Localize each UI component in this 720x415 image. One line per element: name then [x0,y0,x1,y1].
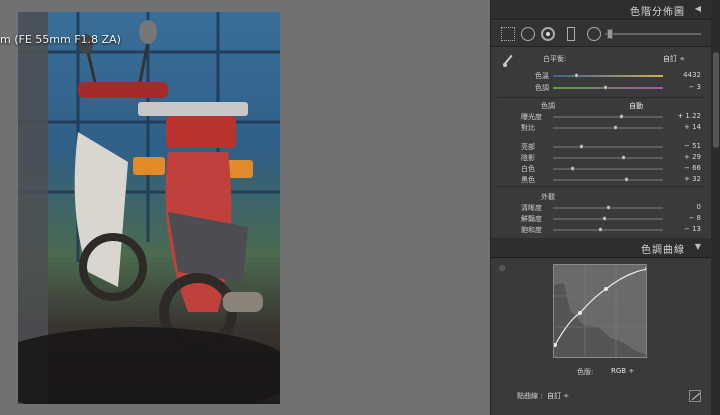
tint-slider-track[interactable] [553,87,663,89]
target-adjust-icon[interactable]: ◎ [499,264,505,272]
panel-scrollbar[interactable] [711,0,720,415]
triangle-left-icon[interactable]: ◀ [695,4,701,13]
slider-label: 黑色 [521,176,535,184]
slider-handle[interactable] [601,216,607,221]
slider-value[interactable]: − 51 [671,142,701,150]
temp-slider-track[interactable] [553,75,663,77]
photo-preview[interactable] [18,12,280,404]
presence-label: 外觀 [541,193,555,201]
radial-filter-icon[interactable] [587,27,601,41]
histogram-title: 色階分佈圖 [630,7,685,18]
crop-grid-icon[interactable] [501,27,515,41]
channel-label: 色版: [577,368,594,376]
tint-label: 色調 [535,84,549,92]
slider-label: 對比 [521,124,535,132]
slider-value[interactable]: − 13 [671,225,701,233]
curve-edit-icon[interactable] [689,390,701,402]
spot-removal-icon[interactable] [521,27,535,41]
slider-track[interactable] [553,218,663,220]
tone-curve-header[interactable]: 色調曲線 ▼ [491,238,711,258]
tone-auto-button[interactable]: 自動 [629,101,643,111]
graduated-filter-icon[interactable] [567,27,575,41]
eyedropper-icon[interactable] [501,54,515,68]
divider [497,186,705,187]
tool-strip [491,21,711,47]
point-curve-label: 點曲線 : [517,392,543,400]
tone-curve-svg [554,265,646,357]
slider-track[interactable] [553,146,663,148]
red-eye-icon[interactable] [541,27,555,41]
triangle-down-icon[interactable]: ▼ [695,242,701,251]
slider-label: 陰影 [521,154,535,162]
tone-curve-title: 色調曲線 [641,245,685,256]
slider-label: 清晰度 [521,204,542,212]
slider-label: 鮮豔度 [521,215,542,223]
slider-label: 亮部 [521,143,535,151]
point-curve-select[interactable]: 自訂 ÷ [547,391,569,401]
develop-right-panel: 色階分佈圖 ◀ 白平衡: 自訂 ÷ 色溫 4432 色調 − 3 色調 自動 曝… [490,0,720,415]
temp-label: 色溫 [535,72,549,80]
tint-slider-handle[interactable] [603,85,608,90]
lightroom-develop-window: m (FE 55mm F1.8 ZA) 色階分佈圖 ◀ 白平衡: 自訂 ÷ 色溫… [0,0,720,415]
brush-slider-track[interactable] [605,33,701,35]
divider [497,97,705,98]
slider-handle[interactable] [623,177,629,182]
lens-info-overlay: m (FE 55mm F1.8 ZA) [0,33,121,46]
slider-track[interactable] [553,116,663,118]
slider-label: 飽和度 [521,226,542,234]
channel-select[interactable]: RGB ÷ [611,367,634,375]
wb-label: 白平衡: [543,55,567,63]
slider-handle[interactable] [606,205,611,210]
slider-value[interactable]: + 29 [671,153,701,161]
temp-value[interactable]: 4432 [671,71,701,79]
histogram-header[interactable]: 色階分佈圖 ◀ [491,0,711,20]
scrollbar-thumb[interactable] [713,52,719,148]
slider-value[interactable]: − 8 [671,214,701,222]
wb-preset-select[interactable]: 自訂 ÷ [663,54,685,64]
slider-label: 白色 [521,165,535,173]
slider-handle[interactable] [619,114,625,119]
slider-value[interactable]: 0 [671,203,701,211]
tone-label: 色調 [541,102,555,110]
slider-track[interactable] [553,157,663,159]
slider-handle[interactable] [612,125,618,130]
temp-slider-handle[interactable] [574,73,579,78]
tone-curve-graph[interactable] [553,264,647,358]
image-canvas[interactable]: m (FE 55mm F1.8 ZA) [0,0,490,415]
slider-handle[interactable] [569,166,575,171]
slider-handle[interactable] [621,155,627,160]
slider-value[interactable]: + 32 [671,175,701,183]
slider-track[interactable] [553,229,663,231]
slider-handle[interactable] [598,227,604,232]
slider-label: 曝光度 [521,113,542,121]
slider-value[interactable]: + 1.22 [671,112,701,120]
slider-handle[interactable] [578,144,584,149]
slider-value[interactable]: + 14 [671,123,701,131]
slider-track[interactable] [553,127,663,129]
brush-slider-handle[interactable] [607,29,613,39]
slider-value[interactable]: − 66 [671,164,701,172]
motorcycle-photo [18,12,280,404]
slider-track[interactable] [553,179,663,181]
tint-value[interactable]: − 3 [671,83,701,91]
